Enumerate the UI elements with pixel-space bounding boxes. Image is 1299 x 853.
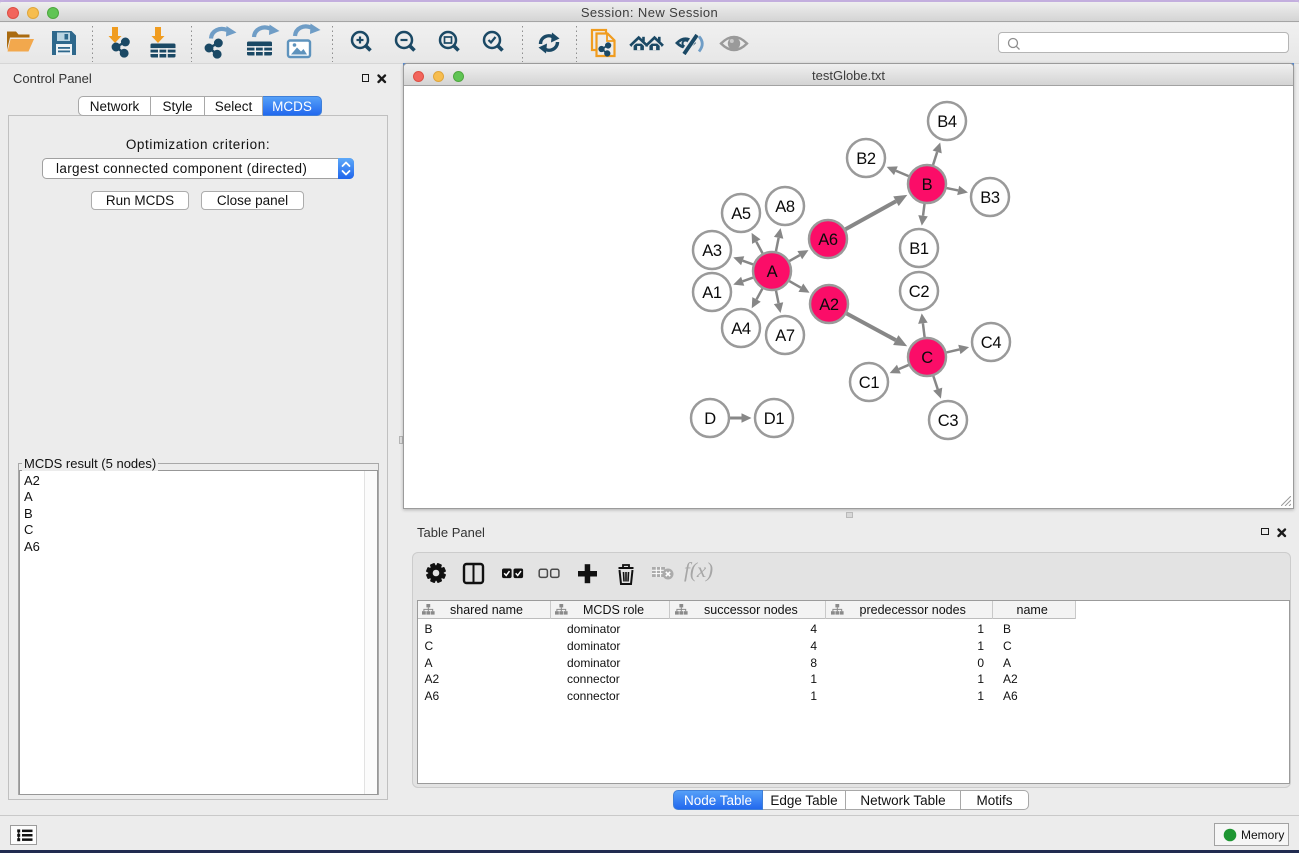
svg-text:D: D (704, 410, 716, 428)
svg-text:A7: A7 (775, 327, 795, 345)
svg-text:A: A (767, 263, 778, 281)
svg-text:C1: C1 (859, 374, 880, 392)
svg-text:C2: C2 (909, 283, 930, 301)
svg-text:C: C (921, 349, 933, 367)
svg-text:A2: A2 (819, 296, 839, 314)
svg-text:A6: A6 (818, 231, 838, 249)
svg-text:C3: C3 (938, 412, 959, 430)
svg-text:A5: A5 (731, 205, 751, 223)
svg-text:B2: B2 (856, 150, 876, 168)
svg-text:A1: A1 (702, 284, 722, 302)
svg-text:B: B (922, 176, 933, 194)
svg-text:B4: B4 (937, 113, 957, 131)
svg-text:D1: D1 (764, 410, 785, 428)
svg-text:A3: A3 (702, 242, 722, 260)
svg-text:C4: C4 (981, 334, 1002, 352)
svg-text:A4: A4 (731, 320, 751, 338)
svg-text:B3: B3 (980, 189, 1000, 207)
svg-text:A8: A8 (775, 198, 795, 216)
svg-text:B1: B1 (909, 240, 929, 258)
